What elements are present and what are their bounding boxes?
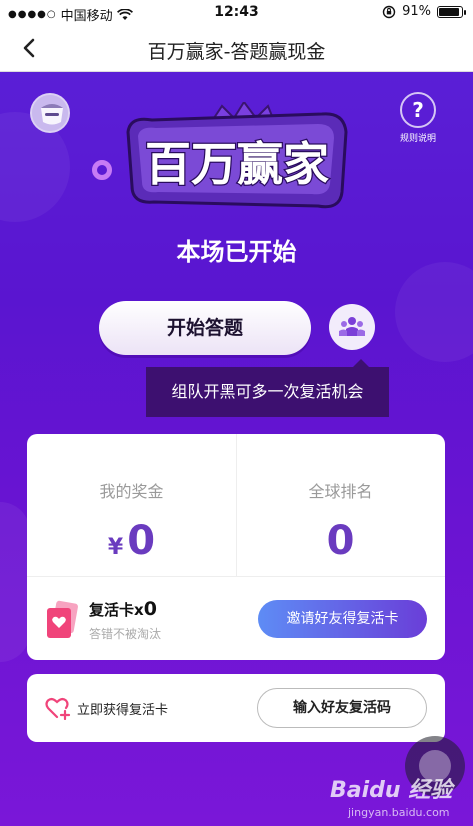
prize-stat: 我的奖金 ¥0	[27, 434, 236, 576]
team-button[interactable]	[329, 304, 375, 350]
battery-percent: 91%	[402, 4, 431, 19]
revive-multiplier: x	[134, 601, 144, 619]
rules-button[interactable]: ? 规则说明	[398, 92, 438, 144]
divider	[27, 576, 445, 577]
currency-symbol: ¥	[107, 535, 124, 560]
revive-card-icon	[47, 600, 78, 638]
logo: 百万赢家	[126, 102, 348, 209]
rules-label: 规则说明	[399, 134, 436, 144]
team-tooltip: 组队开黑可多一次复活机会	[146, 359, 389, 417]
heart-plus-icon	[45, 697, 71, 720]
prize-label: 我的奖金	[99, 482, 164, 501]
game-status: 本场已开始	[176, 238, 297, 266]
revive-subtitle: 答错不被淘汰	[89, 627, 162, 641]
rank-stat: 全球排名 0	[236, 434, 445, 576]
page-title: 百万赢家-答题赢现金	[147, 41, 326, 63]
rank-label: 全球排名	[308, 482, 373, 501]
prize-value: 0	[127, 518, 156, 564]
status-bar: ●●●●○ 中国移动 12:43 91%	[0, 0, 473, 26]
watermark-brand: Baidu 经验	[330, 778, 453, 803]
battery-icon	[437, 5, 466, 18]
revive-title-row: 复活卡x0	[89, 598, 157, 620]
revive-code-label: 立即获得复活卡	[77, 703, 169, 718]
decor-circle	[395, 262, 473, 362]
prize-value-row: ¥0	[27, 518, 236, 564]
main-panel: ? 规则说明 百万赢家 本场已开始 开始答题 组队开黑可多一次复活机会 我的奖金…	[0, 72, 473, 826]
decor-ring-icon	[92, 160, 112, 180]
watermark: Baidu 经验 jingyan.baidu.com	[330, 772, 470, 826]
team-icon	[339, 317, 365, 336]
rotation-lock-icon	[382, 5, 396, 18]
rank-value: 0	[326, 518, 355, 564]
watermark-url: jingyan.baidu.com	[348, 806, 450, 819]
invite-friends-button[interactable]: 邀请好友得复活卡	[258, 600, 427, 638]
stats-card: 我的奖金 ¥0 全球排名 0 复活卡x0 答错不被淘汰 邀请好友得复活卡	[27, 434, 445, 660]
avatar[interactable]	[30, 93, 70, 133]
revive-title: 复活卡	[89, 601, 135, 619]
avatar-face-icon	[32, 95, 68, 131]
logo-text: 百万赢家	[145, 137, 329, 191]
status-right: 91%	[382, 4, 466, 19]
help-icon: ?	[400, 92, 436, 128]
revive-count: 0	[143, 598, 157, 620]
decor-circle	[0, 502, 30, 662]
revive-code-card: 立即获得复活卡 输入好友复活码	[27, 674, 445, 742]
nav-bar: 百万赢家-答题赢现金	[0, 26, 473, 72]
start-answer-button[interactable]: 开始答题	[99, 301, 311, 355]
enter-code-button[interactable]: 输入好友复活码	[257, 688, 427, 728]
